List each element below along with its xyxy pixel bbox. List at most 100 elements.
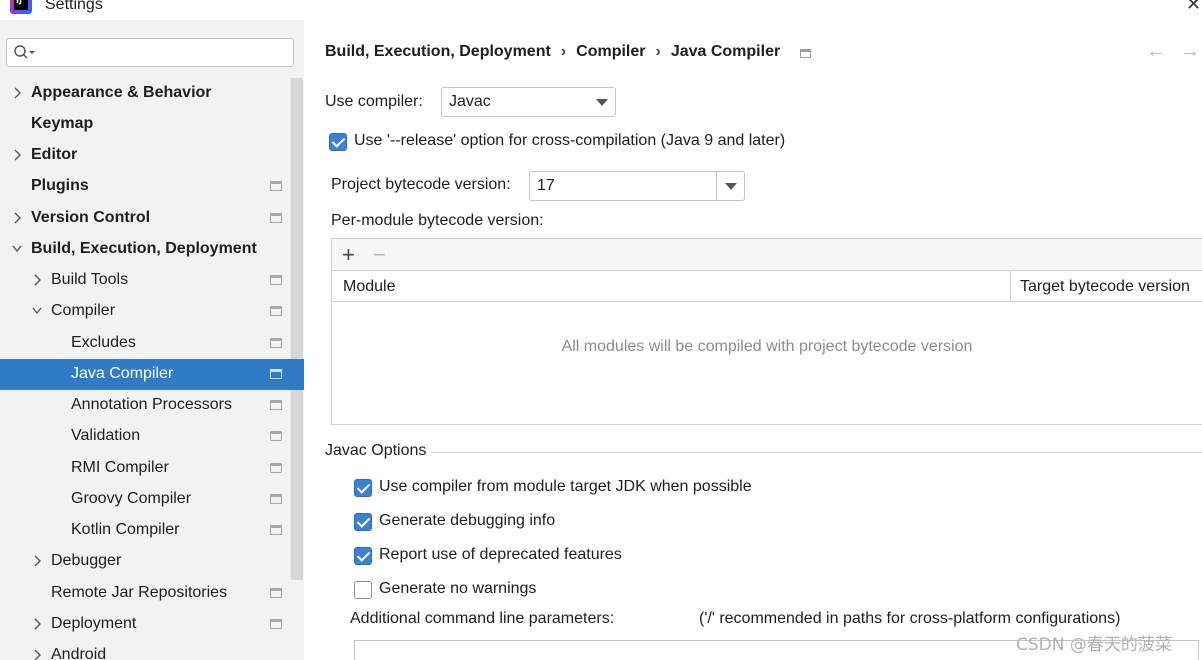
sidebar-item-label: Debugger	[51, 552, 122, 569]
sidebar-item-appearance-behavior[interactable]: Appearance & Behavior	[0, 78, 304, 109]
sidebar-item-editor[interactable]: Editor	[0, 140, 304, 171]
project-scope-icon	[270, 494, 282, 504]
project-bytecode-label: Project bytecode version:	[331, 176, 511, 193]
debugging-info-checkbox[interactable]	[354, 513, 372, 531]
chevron-down-icon[interactable]	[12, 242, 22, 256]
window-title: Settings	[45, 0, 103, 13]
chevron-right-icon[interactable]	[32, 648, 42, 660]
remove-icon[interactable]: −	[373, 242, 386, 268]
additional-params-label: Additional command line parameters:	[350, 610, 615, 627]
sidebar-item-label: Build, Execution, Deployment	[31, 240, 257, 257]
sidebar-item-label: Groovy Compiler	[71, 490, 192, 507]
sidebar-item-annotation-processors[interactable]: Annotation Processors	[0, 390, 304, 421]
watermark: CSDN @春天的菠菜	[1016, 635, 1172, 655]
sidebar-item-validation[interactable]: Validation	[0, 421, 304, 452]
chevron-down-icon[interactable]	[725, 183, 737, 190]
chevron-down-icon	[596, 99, 608, 106]
deprecated-features-checkbox[interactable]	[354, 547, 372, 565]
breadcrumb-item[interactable]: Compiler	[576, 43, 645, 61]
sidebar-item-build-execution-deployment[interactable]: Build, Execution, Deployment	[0, 234, 304, 265]
sidebar-item-label: Annotation Processors	[71, 396, 232, 413]
use-compiler-select[interactable]: Javac	[441, 87, 616, 117]
chevron-right-icon[interactable]	[32, 617, 42, 631]
settings-sidebar: Appearance & Behavior Keymap Editor Plugins…	[0, 20, 304, 660]
search-box[interactable]	[6, 38, 294, 67]
chevron-right-icon[interactable]	[32, 554, 42, 568]
sidebar-item-android[interactable]: Android	[0, 640, 304, 660]
project-scope-icon	[270, 463, 282, 473]
sidebar-item-java-compiler[interactable]: Java Compiler	[0, 359, 304, 390]
sidebar-item-version-control[interactable]: Version Control	[0, 203, 304, 234]
search-icon	[14, 45, 35, 59]
sidebar-item-excludes[interactable]: Excludes	[0, 328, 304, 359]
chevron-right-icon[interactable]	[12, 148, 22, 162]
project-scope-icon	[270, 619, 282, 629]
forward-arrow-icon[interactable]: →	[1180, 40, 1200, 63]
intellij-logo-icon: IJ	[10, 0, 32, 14]
sidebar-item-rmi-compiler[interactable]: RMI Compiler	[0, 453, 304, 484]
column-header-module[interactable]: Module	[343, 278, 395, 296]
breadcrumb-item: Java Compiler	[670, 43, 781, 60]
add-icon[interactable]: +	[342, 242, 355, 268]
main-panel: Build, Execution, Deployment › Compiler › Ja…	[304, 20, 1202, 660]
project-scope-icon	[270, 431, 282, 441]
debugging-info-label: Generate debugging info	[379, 512, 556, 529]
chevron-right-icon[interactable]	[32, 273, 42, 287]
sidebar-item-label: Version Control	[31, 209, 151, 226]
sidebar-item-build-tools[interactable]: Build Tools	[0, 265, 304, 296]
search-input[interactable]	[41, 43, 286, 62]
chevron-right-icon[interactable]	[12, 211, 22, 225]
project-scope-icon	[270, 525, 282, 535]
sidebar-item-label: Kotlin Compiler	[71, 521, 180, 538]
per-module-label: Per-module bytecode version:	[331, 212, 544, 229]
column-divider[interactable]	[1010, 271, 1011, 302]
sidebar-item-plugins[interactable]: Plugins	[0, 171, 304, 202]
combo-divider	[716, 172, 717, 200]
use-compiler-label: Use compiler:	[325, 93, 423, 110]
table-toolbar: + −	[332, 239, 1202, 271]
project-scope-icon	[800, 49, 811, 58]
project-scope-icon	[270, 369, 282, 379]
release-option-checkbox[interactable]	[329, 133, 347, 151]
column-header-target[interactable]: Target bytecode version	[1020, 278, 1190, 296]
sidebar-item-deployment[interactable]: Deployment	[0, 609, 304, 640]
project-bytecode-value: 17	[537, 177, 555, 194]
sidebar-item-label: Editor	[31, 146, 78, 163]
no-warnings-label: Generate no warnings	[379, 580, 537, 597]
project-scope-icon	[270, 588, 282, 598]
use-compiler-value: Javac	[449, 93, 491, 110]
deprecated-features-label: Report use of deprecated features	[379, 546, 622, 563]
no-warnings-checkbox[interactable]	[354, 581, 372, 599]
sidebar-item-debugger[interactable]: Debugger	[0, 546, 304, 577]
sidebar-item-label: Build Tools	[51, 271, 129, 288]
close-icon[interactable]: ✕	[1186, 0, 1201, 15]
sidebar-item-label: Remote Jar Repositories	[51, 584, 228, 601]
project-bytecode-select[interactable]: 17	[529, 171, 745, 201]
project-scope-icon	[270, 400, 282, 410]
additional-params-hint: ('/' recommended in paths for cross-plat…	[699, 610, 1121, 627]
breadcrumb-item[interactable]: Build, Execution, Deployment	[325, 43, 551, 61]
sidebar-item-label: RMI Compiler	[71, 459, 169, 476]
sidebar-item-label: Plugins	[31, 177, 89, 194]
breadcrumb-separator: ›	[655, 43, 661, 60]
chevron-right-icon[interactable]	[12, 86, 22, 100]
use-module-jdk-checkbox[interactable]	[354, 479, 372, 497]
chevron-down-icon[interactable]	[32, 304, 42, 318]
group-divider	[431, 452, 1202, 453]
sidebar-item-kotlin-compiler[interactable]: Kotlin Compiler	[0, 515, 304, 546]
project-scope-icon	[270, 338, 282, 348]
sidebar-item-label: Deployment	[51, 615, 137, 632]
sidebar-item-label: Android	[51, 646, 107, 660]
sidebar-item-groovy-compiler[interactable]: Groovy Compiler	[0, 484, 304, 515]
sidebar-item-keymap[interactable]: Keymap	[0, 109, 304, 140]
project-scope-icon	[270, 213, 282, 223]
sidebar-item-label: Java Compiler	[71, 365, 174, 382]
sidebar-item-remote-jar-repositories[interactable]: Remote Jar Repositories	[0, 578, 304, 609]
project-scope-icon	[270, 275, 282, 285]
sidebar-item-label: Compiler	[51, 302, 116, 319]
sidebar-item-label: Keymap	[31, 115, 94, 132]
sidebar-item-compiler[interactable]: Compiler	[0, 296, 304, 327]
back-arrow-icon[interactable]: ←	[1146, 40, 1166, 63]
javac-options-title: Javac Options	[325, 442, 427, 459]
project-scope-icon	[270, 181, 282, 191]
